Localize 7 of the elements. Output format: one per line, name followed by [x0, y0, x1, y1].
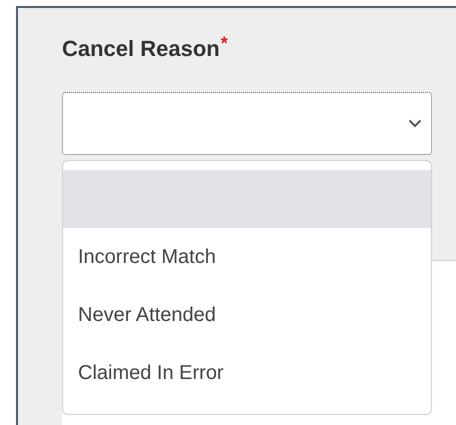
chevron-down-icon	[408, 119, 422, 128]
dropdown-option[interactable]: Incorrect Match	[63, 228, 431, 286]
select-field[interactable]	[62, 92, 432, 155]
required-mark: *	[220, 33, 228, 54]
dropdown-option[interactable]: Claimed In Error	[63, 344, 431, 402]
dropdown-option[interactable]: Never Attended	[63, 286, 431, 344]
field-label: Cancel Reason	[62, 36, 220, 62]
